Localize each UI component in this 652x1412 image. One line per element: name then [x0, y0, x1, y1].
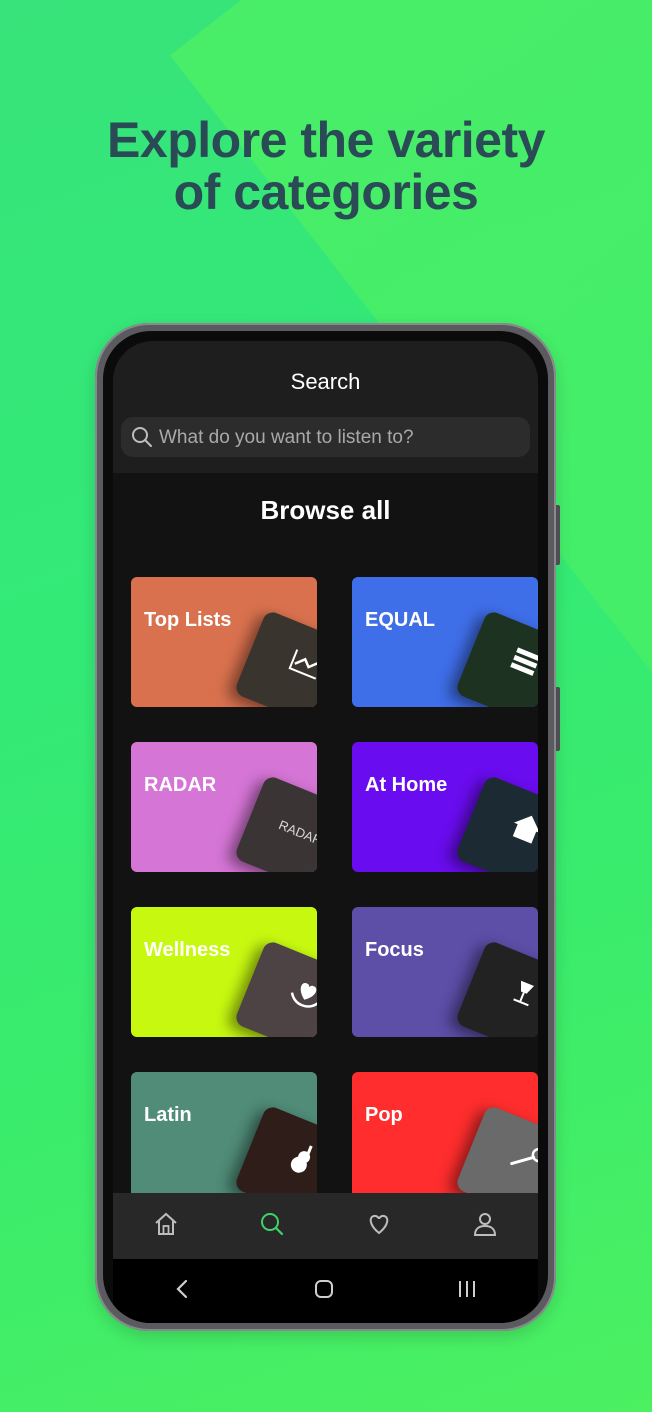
category-card-top-lists[interactable]: Top Lists	[131, 577, 317, 707]
system-navigation-bar	[113, 1259, 538, 1323]
guitar-icon	[282, 1138, 317, 1185]
house-icon	[505, 808, 538, 852]
category-label: Latin	[144, 1104, 192, 1126]
category-artwork	[454, 774, 538, 872]
category-card-focus[interactable]: Focus	[352, 907, 538, 1037]
nav-item-search[interactable]	[247, 1201, 297, 1251]
category-artwork	[454, 609, 538, 707]
category-artwork	[233, 609, 317, 707]
category-artwork	[233, 939, 317, 1037]
page-title: Search	[290, 369, 361, 394]
app-screen: Search Browse all Top ListsEQUALRADARRAD…	[113, 341, 538, 1259]
radar-text-icon: RADAR	[276, 817, 317, 849]
category-card-at-home[interactable]: At Home	[352, 742, 538, 872]
category-label: EQUAL	[365, 609, 435, 631]
headline: Explore the variety of categories	[0, 114, 652, 218]
browse-all-heading: Browse all	[260, 495, 391, 525]
search-icon	[259, 1211, 285, 1242]
category-card-radar[interactable]: RADAR RADAR	[131, 742, 317, 872]
microphone-icon	[505, 1138, 538, 1183]
category-label: Pop	[365, 1104, 403, 1126]
user-icon	[472, 1211, 498, 1242]
volume-button	[556, 505, 560, 565]
category-label: Wellness	[144, 939, 231, 961]
recent-apps-icon[interactable]	[456, 1278, 478, 1305]
search-input[interactable]	[157, 417, 520, 459]
category-label: RADAR	[144, 774, 217, 796]
headline-line-2: of categories	[173, 164, 479, 220]
power-button	[556, 687, 560, 751]
heart-icon	[366, 1211, 392, 1242]
category-artwork	[454, 939, 538, 1037]
nav-item-home[interactable]	[141, 1201, 191, 1251]
search-icon	[131, 426, 153, 453]
home-icon	[153, 1211, 179, 1242]
category-artwork: RADAR	[233, 774, 317, 872]
category-artwork	[454, 1104, 538, 1202]
phone-bezel: Search Browse all Top ListsEQUALRADARRAD…	[103, 331, 548, 1323]
bottom-navigation	[113, 1193, 538, 1259]
category-card-equal[interactable]: EQUAL	[352, 577, 538, 707]
phone-frame: Search Browse all Top ListsEQUALRADARRAD…	[95, 323, 560, 1331]
heart-hands-icon	[284, 973, 317, 1018]
category-card-latin[interactable]: Latin	[131, 1072, 317, 1202]
back-icon[interactable]	[173, 1277, 193, 1306]
category-grid: Top Lists EQUAL RADAR RADAR At Home Wellness F…	[131, 577, 538, 1202]
category-label: Top Lists	[144, 609, 232, 631]
category-label: At Home	[365, 774, 448, 796]
equal-bars-icon	[505, 643, 538, 687]
lamp-icon	[505, 973, 538, 1017]
category-card-pop[interactable]: Pop	[352, 1072, 538, 1202]
search-bar[interactable]	[121, 417, 530, 459]
trend-icon	[284, 643, 317, 688]
headline-line-1: Explore the variety	[107, 112, 545, 168]
nav-item-favorites[interactable]	[354, 1201, 404, 1251]
category-artwork	[233, 1104, 317, 1202]
category-card-wellness[interactable]: Wellness	[131, 907, 317, 1037]
home-button-icon[interactable]	[313, 1278, 335, 1305]
nav-item-profile[interactable]	[460, 1201, 510, 1251]
top-bar: Search	[113, 341, 538, 473]
category-label: Focus	[365, 939, 424, 961]
